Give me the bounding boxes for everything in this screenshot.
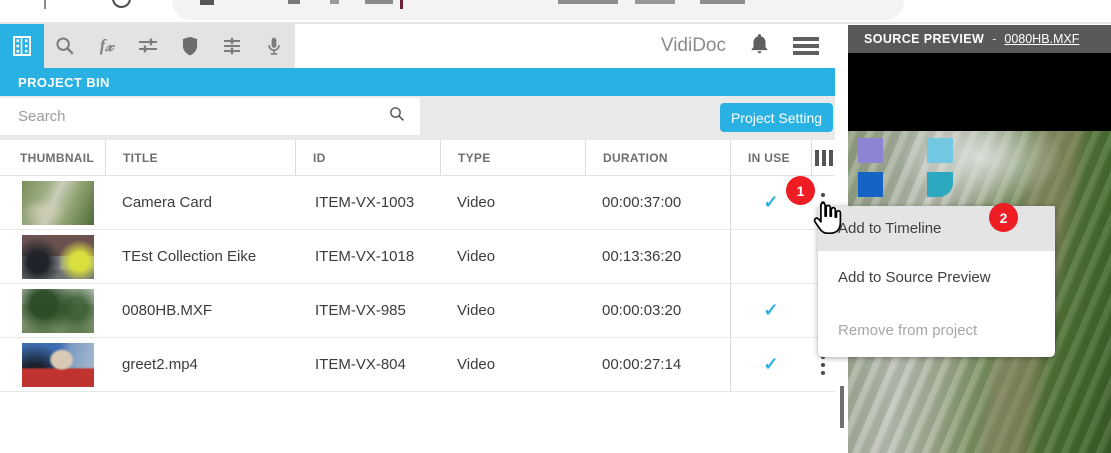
notifications-bell-icon[interactable] (748, 32, 771, 60)
search-row: Project Setting (0, 96, 835, 140)
reload-icon[interactable] (112, 0, 131, 8)
cell-title[interactable]: Camera Card (105, 176, 295, 229)
thumbnail[interactable] (0, 176, 105, 229)
search-input[interactable] (0, 108, 388, 125)
tab-divider (44, 0, 46, 9)
letterbox-bar (848, 53, 1111, 131)
url-text-fragment (558, 0, 618, 4)
cell-id: ITEM-VX-985 (295, 284, 440, 337)
url-text-fragment (365, 0, 393, 4)
cell-title[interactable]: TEst Collection Eike (105, 230, 295, 283)
col-thumbnail[interactable]: THUMBNAIL (0, 140, 105, 175)
url-text-fragment (635, 0, 675, 4)
cell-duration: 00:00:27:14 (585, 338, 730, 391)
menu-item-remove-from-project: Remove from project (818, 304, 1055, 357)
table-row[interactable]: TEst Collection Eike ITEM-VX-1018 Video … (0, 230, 835, 284)
menu-item-add-to-timeline[interactable]: Add to Timeline (818, 206, 1055, 251)
in-use-check-icon: ✓ (763, 192, 778, 213)
microphone-icon[interactable] (253, 24, 295, 68)
screen: f𝓍 (0, 0, 1111, 453)
table-row[interactable]: greet2.mp4 ITEM-VX-804 Video 00:00:27:14… (0, 338, 835, 392)
table-row[interactable]: 0080HB.MXF ITEM-VX-985 Video 00:00:03:20… (0, 284, 835, 338)
thumbnail[interactable] (0, 284, 105, 337)
table-header: THUMBNAIL TITLE ID TYPE DURATION IN USE (0, 140, 835, 176)
col-type[interactable]: TYPE (440, 140, 585, 175)
cell-type: Video (440, 338, 585, 391)
col-id[interactable]: ID (295, 140, 440, 175)
project-setting-button[interactable]: Project Setting (720, 103, 833, 132)
project-bin-panel: f𝓍 (0, 24, 835, 453)
cell-duration: 00:00:03:20 (585, 284, 730, 337)
source-preview-title: SOURCE PREVIEW (864, 32, 984, 46)
menu-item-add-to-source-preview[interactable]: Add to Source Preview (818, 251, 1055, 304)
cell-title[interactable]: greet2.mp4 (105, 338, 295, 391)
film-strip-icon (10, 34, 34, 58)
cell-id: ITEM-VX-1003 (295, 176, 440, 229)
toolbar-icon-group: f𝓍 (0, 24, 295, 68)
browser-chrome (0, 0, 1111, 24)
project-bin-title: PROJECT BIN (0, 68, 835, 96)
cell-duration: 00:00:37:00 (585, 176, 730, 229)
step-marker-2: 2 (989, 203, 1018, 232)
thumbnail[interactable] (0, 338, 105, 391)
cell-id: ITEM-VX-804 (295, 338, 440, 391)
menu-hamburger-icon[interactable] (793, 34, 819, 58)
table-row[interactable]: Camera Card ITEM-VX-1003 Video 00:00:37:… (0, 176, 835, 230)
settings-sliders-icon[interactable] (211, 24, 253, 68)
app-title: VidiDoc (661, 35, 726, 57)
cell-type: Video (440, 230, 585, 283)
effects-fx-icon[interactable]: f𝓍 (86, 24, 128, 68)
hand-cursor-icon (811, 201, 844, 244)
url-bar[interactable] (172, 0, 904, 20)
url-bar-icon (200, 0, 214, 5)
cell-type: Video (440, 284, 585, 337)
cell-title[interactable]: 0080HB.MXF (105, 284, 295, 337)
filter-sliders-icon[interactable] (128, 24, 170, 68)
video-logo-square (927, 172, 953, 197)
video-logo-square (858, 138, 883, 163)
scrollbar-handle[interactable] (840, 386, 844, 428)
app-toolbar: f𝓍 (0, 24, 835, 68)
title-separator: - (992, 32, 996, 46)
col-in-use[interactable]: IN USE (730, 140, 811, 175)
url-text-fragment (700, 0, 745, 4)
url-text-fragment (330, 0, 339, 4)
source-preview-filename[interactable]: 0080HB.MXF (1004, 32, 1079, 46)
url-text-fragment (288, 0, 300, 4)
search-box[interactable] (0, 98, 420, 135)
row-actions-kebab-icon[interactable] (821, 355, 825, 375)
cell-duration: 00:13:36:20 (585, 230, 730, 283)
project-bin-icon[interactable] (0, 24, 44, 68)
source-preview-header: SOURCE PREVIEW - 0080HB.MXF (848, 25, 1111, 53)
thumbnail[interactable] (0, 230, 105, 283)
search-tool-icon[interactable] (44, 24, 86, 68)
in-use-check-icon: ✓ (763, 300, 778, 321)
video-logo-square (858, 172, 883, 197)
video-logo-square (927, 138, 953, 163)
cell-type: Video (440, 176, 585, 229)
column-chooser-icon[interactable] (811, 140, 835, 175)
cell-id: ITEM-VX-1018 (295, 230, 440, 283)
in-use-check-icon: ✓ (763, 354, 778, 375)
shield-icon[interactable] (169, 24, 211, 68)
row-context-menu: Add to Timeline Add to Source Preview Re… (818, 206, 1055, 357)
text-caret (400, 0, 403, 9)
col-duration[interactable]: DURATION (585, 140, 730, 175)
col-title[interactable]: TITLE (105, 140, 295, 175)
search-icon[interactable] (388, 105, 406, 128)
